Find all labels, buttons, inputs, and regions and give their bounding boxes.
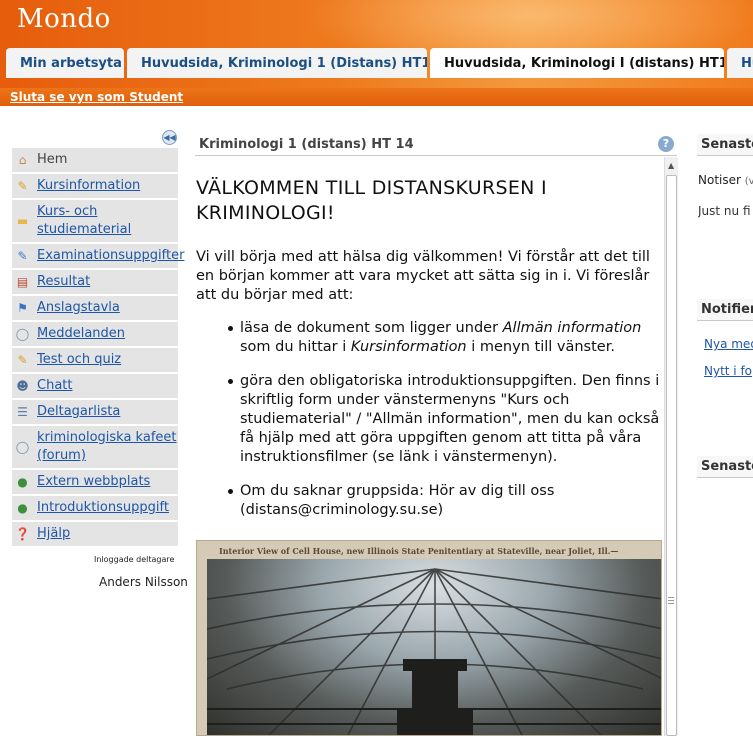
welcome-heading: VÄLKOMMEN TILL DISTANSKURSEN I KRIMINOLO… xyxy=(196,176,662,226)
site-tabs: Min arbetsyta Huvudsida, Kriminologi 1 (… xyxy=(0,48,753,78)
nav-item-label: Meddelanden xyxy=(37,326,126,341)
logged-in-user: Anders Nilsson xyxy=(99,575,188,589)
nav-item-label: Resultat xyxy=(37,274,91,289)
notiser-text: Notiser xyxy=(698,173,741,187)
nav-item-label: Kurs- och studiematerial xyxy=(37,204,132,237)
scroll-up-icon[interactable]: ▲ xyxy=(668,161,674,170)
nav-item-label: Introduktionsuppgift xyxy=(37,500,169,515)
nav-item-label: Deltagarlista xyxy=(37,404,121,419)
exit-student-view-link[interactable]: Sluta se vyn som Student xyxy=(10,90,183,104)
instructions-list: läsa de dokument som ligger under Allmän… xyxy=(196,319,662,520)
page-title: Kriminologi 1 (distans) HT 14 xyxy=(199,137,414,152)
new-forum-link[interactable]: Nytt i fo xyxy=(704,364,753,378)
speech-bubble-icon: ◯ xyxy=(15,327,30,341)
content-header: Kriminologi 1 (distans) HT 14 xyxy=(195,134,677,156)
nav-item-label: Chatt xyxy=(37,378,73,393)
welcome-heading-line1: VÄLKOMMEN TILL DISTANSKURSEN I xyxy=(196,177,547,199)
nav-item-hjalp[interactable]: ❓ Hjälp xyxy=(12,522,178,546)
mondo-logo[interactable]: Mondo xyxy=(17,4,111,34)
home-icon: ⌂ xyxy=(18,153,27,167)
forum-icon: ◯ xyxy=(15,440,30,454)
content-scrollbar[interactable]: ▲ xyxy=(664,157,678,736)
new-messages-link[interactable]: Nya med xyxy=(704,337,753,351)
nav-item-examination[interactable]: ✎ Examinationsuppgifter xyxy=(12,244,184,268)
nav-item-resultat[interactable]: ▤ Resultat xyxy=(12,270,178,294)
nav-item-label: Examinationsuppgifter xyxy=(37,248,185,263)
nav-item-kursinformation[interactable]: ✎ Kursinformation xyxy=(12,174,178,198)
scroll-thumb[interactable] xyxy=(666,175,677,736)
penitentiary-photo: Interior View of Cell House, new Illinoi… xyxy=(196,540,662,736)
nav-item-introduktionsuppgift[interactable]: ● Introduktionsuppgift xyxy=(12,496,178,520)
cell-house-illustration xyxy=(207,568,661,735)
nav-item-forum[interactable]: ◯ kriminologiska kafeet (forum) xyxy=(12,426,178,468)
nav-item-label: kriminologiska kafeet (forum) xyxy=(37,430,177,463)
just-now-text: Just nu fi xyxy=(698,204,751,218)
notifier-box-title: Notifier xyxy=(697,299,753,321)
nav-item-label: Hem xyxy=(37,152,68,167)
list-item: göra den obligatoriska introduktionsuppg… xyxy=(228,372,662,467)
folder-icon: ▬ xyxy=(16,214,29,228)
site-header: Mondo Min arbetsyta Huvudsida, Kriminolo… xyxy=(0,0,753,90)
list-item: Om du saknar gruppsida: Hör av dig till … xyxy=(228,482,662,520)
bullet1-text-c: som du hittar i xyxy=(240,339,351,355)
nav-item-meddelanden[interactable]: ◯ Meddelanden xyxy=(12,322,178,346)
nav-item-test-quiz[interactable]: ✎ Test och quiz xyxy=(12,348,178,372)
bullet1-text-a: läsa de dokument som ligger under xyxy=(240,320,503,336)
help-icon[interactable]: ? xyxy=(658,136,674,152)
recent-box-title-2: Senaste xyxy=(697,456,753,478)
intro-paragraph: Vi vill börja med att hälsa dig välkomme… xyxy=(196,249,650,303)
tab-min-arbetsyta[interactable]: Min arbetsyta xyxy=(6,48,124,78)
nav-item-anslagstavla[interactable]: ⚑ Anslagstavla xyxy=(12,296,178,320)
pencil-icon: ✎ xyxy=(17,179,28,193)
list-icon: ☰ xyxy=(17,405,28,419)
nav-item-label: Extern webbplats xyxy=(37,474,151,489)
notiser-label: Notiser (v xyxy=(698,173,753,187)
tab-overflow[interactable]: Hu xyxy=(727,48,753,78)
collapse-nav-button[interactable]: ◀◀ xyxy=(162,130,177,145)
nav-item-extern-webbplats[interactable]: ● Extern webbplats xyxy=(12,470,178,494)
pin-icon: ⚑ xyxy=(17,301,28,315)
photo-image xyxy=(207,559,661,735)
nav-item-hem[interactable]: ⌂ Hem xyxy=(12,148,178,172)
bullet1-emphasis-kursinfo: Kursinformation xyxy=(350,339,467,355)
globe-icon: ● xyxy=(17,475,28,489)
role-bar: Sluta se vyn som Student xyxy=(0,88,753,106)
list-item: läsa de dokument som ligger under Allmän… xyxy=(228,319,662,357)
nav-item-kursmaterial[interactable]: ▬ Kurs- och studiematerial xyxy=(12,200,178,242)
nav-item-label: Kursinformation xyxy=(37,178,141,193)
logged-in-title: Inloggade deltagare xyxy=(94,555,175,564)
help-icon: ❓ xyxy=(15,527,30,541)
nav-item-chatt[interactable]: ☻ Chatt xyxy=(12,374,178,398)
nav-item-label: Test och quiz xyxy=(37,352,122,367)
tab-kriminologi-ht13[interactable]: Huvudsida, Kriminologi 1 (Distans) HT13 xyxy=(127,48,427,78)
notiser-suffix: (v xyxy=(744,176,753,187)
photo-caption: Interior View of Cell House, new Illinoi… xyxy=(219,546,619,556)
welcome-heading-line2: KRIMINOLOGI! xyxy=(196,202,335,224)
tab-kriminologi-ht14[interactable]: Huvudsida, Kriminologi I (distans) HT14 xyxy=(430,48,724,78)
recent-box-title: Senaste xyxy=(697,134,753,156)
pencil-icon: ✎ xyxy=(17,353,28,367)
globe-icon: ● xyxy=(17,501,28,515)
tool-menu: ⌂ Hem ✎ Kursinformation ▬ Kurs- och stud… xyxy=(12,148,184,548)
nav-item-label: Anslagstavla xyxy=(37,300,120,315)
pencil-icon: ✎ xyxy=(17,249,28,263)
scroll-grip-icon xyxy=(668,597,674,604)
bullet1-text-e: i menyn till vänster. xyxy=(466,339,615,355)
bullet1-emphasis-allman: Allmän information xyxy=(502,320,642,336)
gradebook-icon: ▤ xyxy=(16,275,29,289)
nav-item-deltagarlista[interactable]: ☰ Deltagarlista xyxy=(12,400,178,424)
welcome-content: VÄLKOMMEN TILL DISTANSKURSEN I KRIMINOLO… xyxy=(196,176,662,535)
chat-icon: ☻ xyxy=(16,379,29,393)
nav-item-label: Hjälp xyxy=(37,526,71,541)
